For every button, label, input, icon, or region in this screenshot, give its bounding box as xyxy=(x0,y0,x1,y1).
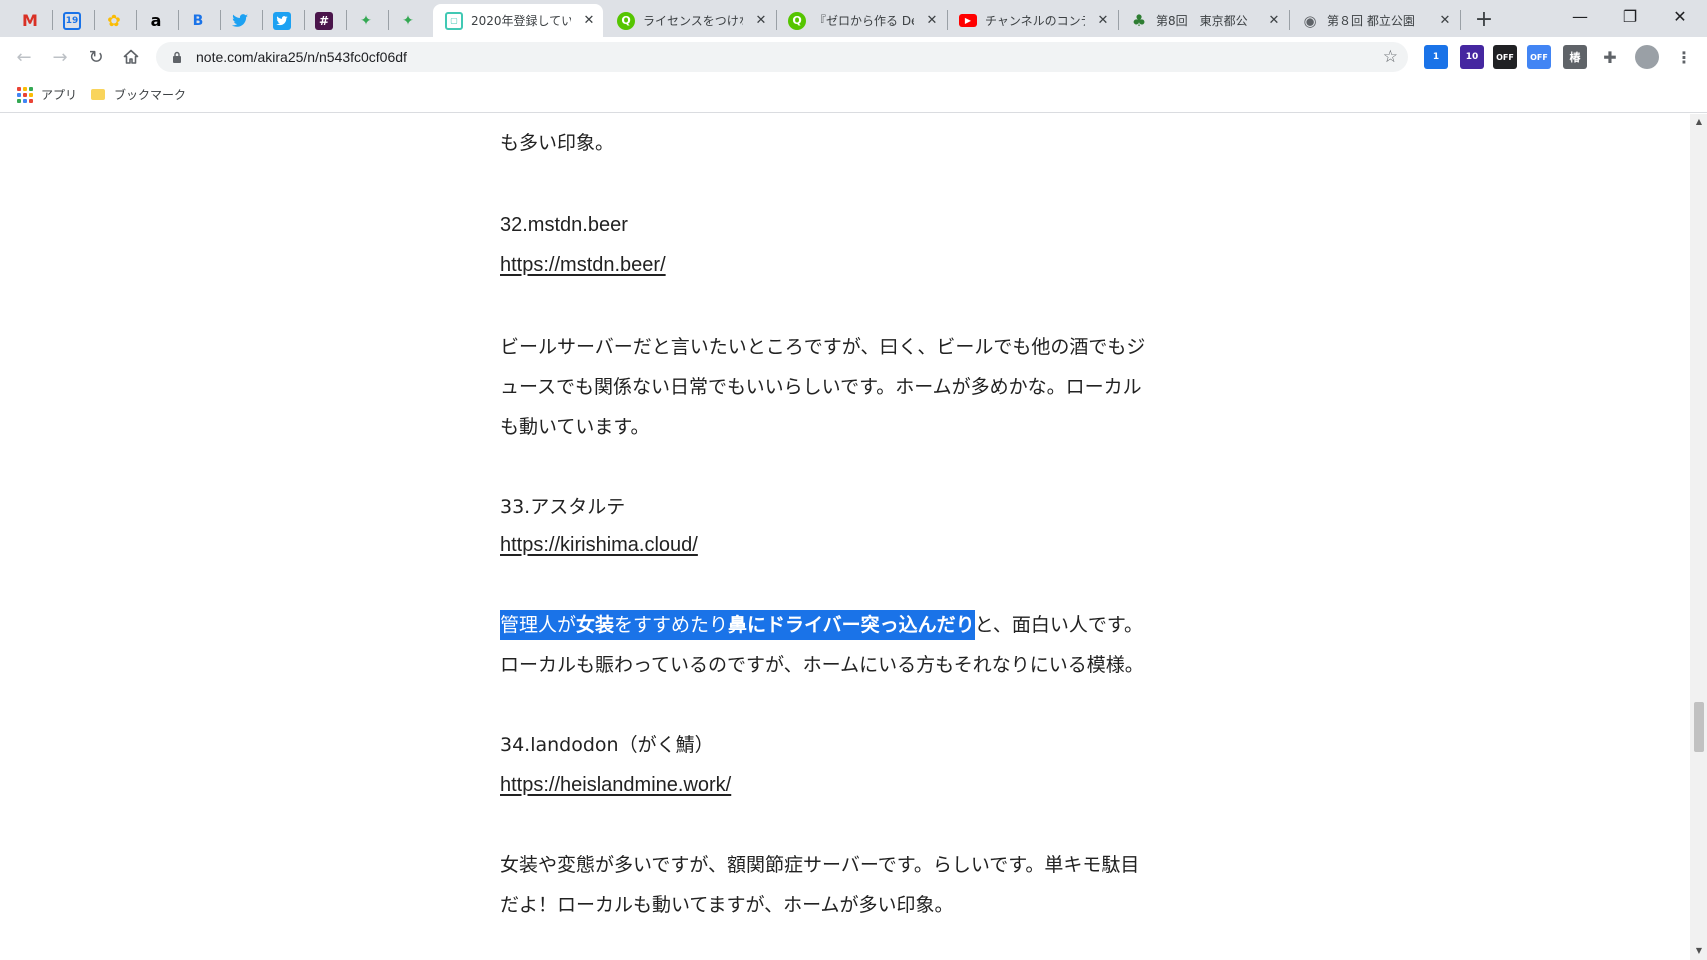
tab-license[interactable]: Q ライセンスをつけな ✕ xyxy=(605,4,775,37)
menu-kebab-icon[interactable]: ⋮ xyxy=(1672,45,1696,69)
tab-deep-learning[interactable]: Q 『ゼロから作る Dee ✕ xyxy=(776,4,946,37)
tab-metropolitan-park[interactable]: ◉ 第８回 都立公園 ✕ xyxy=(1289,4,1459,37)
close-icon[interactable]: ✕ xyxy=(1095,13,1111,29)
globe-icon: ◉ xyxy=(1303,11,1317,30)
bookmark-folder[interactable]: ブックマーク xyxy=(90,86,186,103)
tab-title: 2020年登録してい xyxy=(471,14,571,28)
reload-button[interactable]: ↻ xyxy=(82,43,110,71)
extension-10-icon[interactable]: 10 xyxy=(1460,45,1484,69)
note-icon: ▢ xyxy=(445,11,463,30)
gmail-icon: M xyxy=(22,11,38,30)
article-text-highlighted: 管理人が女装をすすめたり鼻にドライバー突っ込んだりと、面白い人です。 xyxy=(500,610,1143,640)
lock-icon xyxy=(170,50,184,64)
bookmark-apps[interactable]: アプリ xyxy=(17,86,77,103)
close-icon[interactable]: ✕ xyxy=(1266,13,1282,29)
profile-avatar[interactable] xyxy=(1635,45,1659,69)
photos-icon: ✿ xyxy=(107,11,121,30)
youtube-icon: ▶ xyxy=(959,14,977,27)
pinned-tab-hatena[interactable]: B xyxy=(178,4,218,37)
server-heading-32: 32.mstdn.beer xyxy=(500,214,628,236)
pinned-tab-photos[interactable]: ✿ xyxy=(94,4,134,37)
extension-off-icon[interactable]: OFF xyxy=(1493,45,1517,69)
close-window-button[interactable]: ✕ xyxy=(1657,0,1703,32)
url-text: note.com/akira25/n/n543fc0cf06df xyxy=(196,49,407,65)
article-text: 女装や変態が多いですが、額関節症サーバーです。らしいです。単キモ駄目 xyxy=(500,854,1140,876)
tab-title: 第８回 都立公園 xyxy=(1327,14,1415,28)
tab-youtube-channel[interactable]: ▶ チャンネルのコンテン ✕ xyxy=(947,4,1117,37)
tab-strip: M 19 ✿ a B # ✦ ✦ ▢ 2020年登録してい ✕ Q ライセンスを… xyxy=(0,0,1707,37)
vertical-scrollbar[interactable]: ▲ ▼ xyxy=(1690,114,1707,960)
folder-icon xyxy=(90,87,106,103)
forward-button[interactable]: → xyxy=(46,43,74,71)
tab-title: ライセンスをつけな xyxy=(643,14,743,28)
twitter-icon xyxy=(231,12,249,30)
page-content: も多い印象。 32.mstdn.beer https://mstdn.beer/… xyxy=(0,114,1690,960)
pinned-tab-slack[interactable]: # xyxy=(304,4,344,37)
extension-m-off-icon[interactable]: OFF xyxy=(1527,45,1551,69)
server-link-32-line: https://mstdn.beer/ xyxy=(500,252,666,278)
slack-icon: # xyxy=(315,11,333,30)
bookmarks-bar: アプリ ブックマーク xyxy=(0,77,1707,113)
article-text: だよ！ローカルも動いてますが、ホームが多い印象。 xyxy=(500,894,954,916)
calendar-icon: 19 xyxy=(63,11,81,30)
pinned-tab-pinwheel[interactable]: ✦ xyxy=(346,4,386,37)
tab-title: チャンネルのコンテン xyxy=(985,14,1085,28)
pinned-tab-twitter[interactable] xyxy=(220,4,260,37)
server-heading-33: 33.アスタルテ xyxy=(500,496,626,518)
server-link-33[interactable]: https://kirishima.cloud/ xyxy=(500,534,698,556)
extensions-puzzle-icon[interactable]: ✚ xyxy=(1598,45,1622,69)
home-icon xyxy=(123,49,139,64)
extension-kanji-icon[interactable]: 椿 xyxy=(1563,45,1587,69)
minimize-button[interactable]: — xyxy=(1557,0,1603,32)
article-text: ローカルも賑わっているのですが、ホームにいる方もそれなりにいる模様。 xyxy=(500,654,1144,676)
text-selection: 管理人が女装をすすめたり鼻にドライバー突っ込んだり xyxy=(500,610,975,640)
home-button[interactable] xyxy=(117,43,145,71)
back-button[interactable]: ← xyxy=(10,43,38,71)
bookmark-star-icon[interactable]: ☆ xyxy=(1383,47,1398,67)
new-tab-button[interactable]: + xyxy=(1471,6,1497,32)
scroll-thumb[interactable] xyxy=(1694,702,1704,752)
qiita-icon: Q xyxy=(788,11,806,30)
article-text: も多い印象。 xyxy=(500,132,615,154)
server-link-34-line: https://heislandmine.work/ xyxy=(500,772,731,798)
pinwheel-icon: ✦ xyxy=(360,12,372,29)
amazon-icon: a xyxy=(150,11,162,30)
scroll-down-arrow[interactable]: ▼ xyxy=(1694,946,1704,956)
pinned-tab-calendar[interactable]: 19 xyxy=(52,4,92,37)
pinned-tab-pinwheel-2[interactable]: ✦ xyxy=(388,4,428,37)
restore-button[interactable]: ❐ xyxy=(1607,0,1653,32)
browser-toolbar: ← → ↻ note.com/akira25/n/n543fc0cf06df ☆… xyxy=(0,37,1707,77)
server-link-32[interactable]: https://mstdn.beer/ xyxy=(500,254,666,276)
park-icon: ♣ xyxy=(1131,11,1147,30)
close-icon[interactable]: ✕ xyxy=(753,13,769,29)
close-icon[interactable]: ✕ xyxy=(1437,13,1453,29)
apps-grid-icon xyxy=(17,86,33,103)
pinned-tab-twitter-box[interactable] xyxy=(262,4,302,37)
article-text: ビールサーバーだと言いたいところですが、曰く、ビールでも他の酒でもジ xyxy=(500,336,1146,358)
bookmark-apps-label: アプリ xyxy=(41,88,78,102)
pinned-tab-gmail[interactable]: M xyxy=(10,4,50,37)
tab-tokyo-park[interactable]: ♣ 第8回 東京都公 ✕ xyxy=(1118,4,1288,37)
hatena-icon: B xyxy=(192,12,204,29)
pinwheel-icon-2: ✦ xyxy=(402,12,414,29)
article-text: も動いています。 xyxy=(500,416,650,438)
tab-note-article[interactable]: ▢ 2020年登録してい ✕ xyxy=(433,4,603,37)
extension-1-icon[interactable]: 1 xyxy=(1424,45,1448,69)
tab-title: 第8回 東京都公 xyxy=(1156,14,1248,28)
bookmark-folder-label: ブックマーク xyxy=(114,88,187,102)
address-bar[interactable]: note.com/akira25/n/n543fc0cf06df ☆ xyxy=(156,42,1408,72)
close-icon[interactable]: ✕ xyxy=(581,13,597,29)
qiita-icon: Q xyxy=(617,11,635,30)
pinned-tab-amazon[interactable]: a xyxy=(136,4,176,37)
scroll-up-arrow[interactable]: ▲ xyxy=(1694,117,1704,127)
server-link-33-line: https://kirishima.cloud/ xyxy=(500,532,698,558)
close-icon[interactable]: ✕ xyxy=(924,13,940,29)
server-link-34[interactable]: https://heislandmine.work/ xyxy=(500,774,731,796)
article-text: ュースでも関係ない日常でもいいらしいです。ホームが多めかな。ローカル xyxy=(500,376,1142,398)
tab-title: 『ゼロから作る Dee xyxy=(814,14,914,28)
twitter-box-icon xyxy=(273,11,291,30)
server-heading-34: 34.landodon（がく鯖） xyxy=(500,734,714,756)
